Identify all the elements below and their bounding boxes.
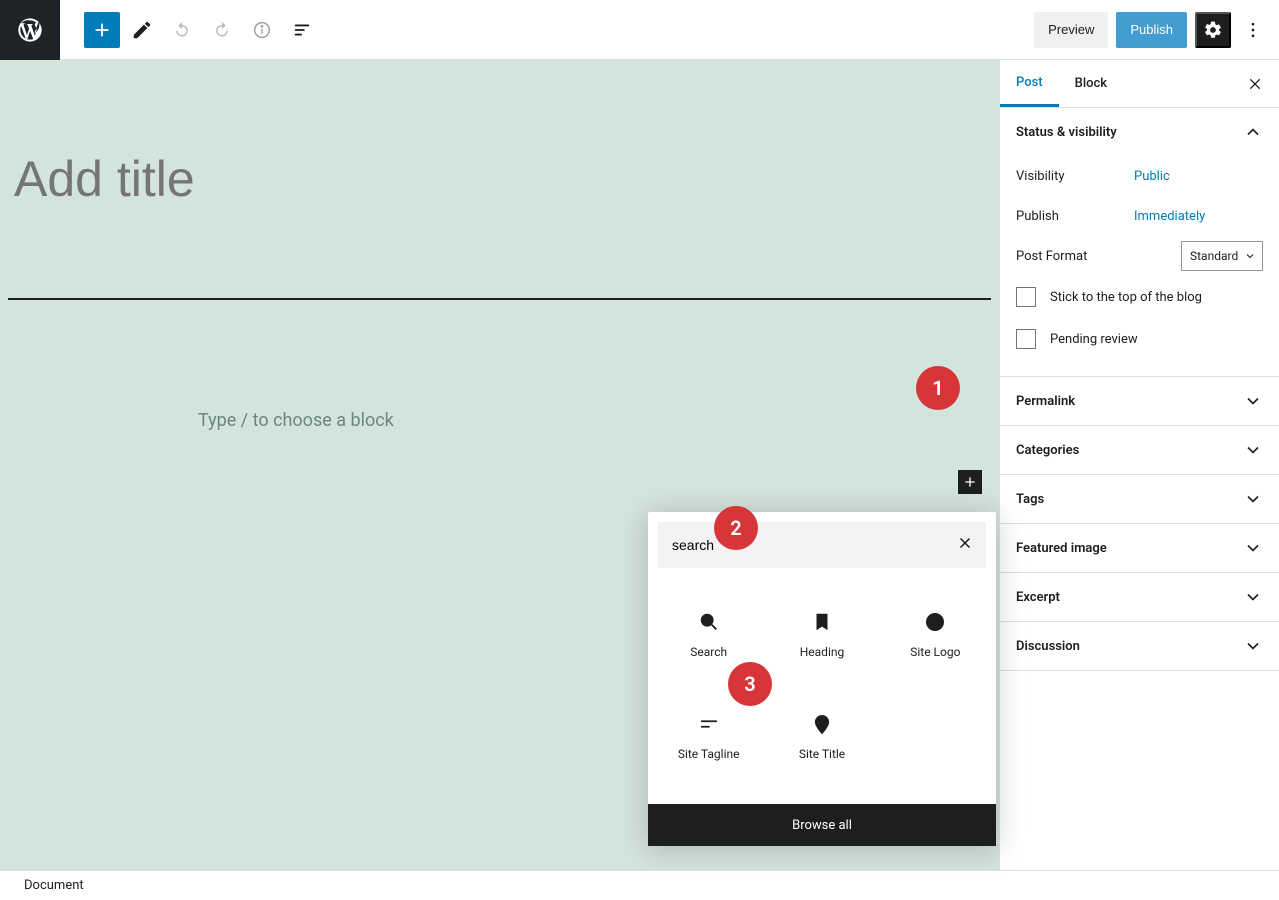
clear-search-button[interactable]: [956, 534, 974, 555]
chevron-down-icon: [1243, 440, 1263, 460]
dots-vertical-icon: [1243, 20, 1263, 40]
panel-title: Discussion: [1016, 639, 1080, 654]
stick-label: Stick to the top of the blog: [1050, 290, 1202, 305]
tab-post[interactable]: Post: [1000, 60, 1059, 107]
plus-icon: [91, 19, 113, 41]
outline-button[interactable]: [284, 12, 320, 48]
redo-button[interactable]: [204, 12, 240, 48]
tagline-icon: [698, 713, 720, 735]
pending-review-checkbox[interactable]: [1016, 329, 1036, 349]
list-view-icon: [291, 19, 313, 41]
annotation-3: 3: [728, 662, 772, 706]
pin-icon: [811, 713, 833, 735]
block-inserter-popover: 2 Search Heading Site Logo Site Tagline: [648, 512, 996, 846]
settings-button[interactable]: [1195, 12, 1231, 48]
editor-canvas[interactable]: Type / to choose a block 1 2 Search: [0, 60, 999, 870]
toggle-inserter-button[interactable]: [84, 12, 120, 48]
post-format-label: Post Format: [1016, 249, 1087, 264]
site-logo-icon: [924, 611, 946, 633]
redo-icon: [211, 19, 233, 41]
pencil-icon: [131, 19, 153, 41]
block-search-input[interactable]: [658, 522, 986, 568]
settings-sidebar: Post Block Status & visibility Visibilit…: [999, 60, 1279, 870]
block-option-label: Site Logo: [910, 645, 960, 659]
body-placeholder[interactable]: Type / to choose a block: [198, 410, 991, 431]
block-option-label: Search: [690, 645, 727, 659]
panel-title: Categories: [1016, 443, 1079, 458]
title-underline: [8, 298, 991, 300]
more-menu-button[interactable]: [1239, 12, 1267, 48]
publish-button[interactable]: Publish: [1116, 12, 1187, 48]
panel-categories[interactable]: Categories: [1000, 426, 1279, 474]
close-icon: [956, 534, 974, 552]
block-option-label: Heading: [800, 645, 845, 659]
post-format-select[interactable]: Standard: [1181, 241, 1263, 271]
post-title-input[interactable]: [8, 60, 991, 208]
info-icon: [251, 19, 273, 41]
block-option-site-logo[interactable]: Site Logo: [879, 584, 992, 686]
panel-status-visibility[interactable]: Status & visibility: [1000, 108, 1279, 156]
block-option-heading[interactable]: Heading: [765, 584, 878, 686]
visibility-label: Visibility: [1016, 169, 1134, 184]
panel-featured-image[interactable]: Featured image: [1000, 524, 1279, 572]
stick-checkbox[interactable]: [1016, 287, 1036, 307]
preview-button[interactable]: Preview: [1034, 12, 1108, 48]
panel-excerpt[interactable]: Excerpt: [1000, 573, 1279, 621]
panel-title: Status & visibility: [1016, 125, 1117, 140]
close-icon: [1247, 76, 1263, 92]
panel-title: Tags: [1016, 492, 1044, 507]
wordpress-logo[interactable]: [0, 0, 60, 60]
chevron-down-icon: [1243, 489, 1263, 509]
block-option-label: Site Title: [799, 747, 845, 761]
panel-tags[interactable]: Tags: [1000, 475, 1279, 523]
chevron-down-icon: [1243, 538, 1263, 558]
chevron-down-icon: [1243, 391, 1263, 411]
tools-button[interactable]: [124, 12, 160, 48]
panel-discussion[interactable]: Discussion: [1000, 622, 1279, 670]
panel-permalink[interactable]: Permalink: [1000, 377, 1279, 425]
chevron-down-icon: [1243, 587, 1263, 607]
chevron-down-icon: [1244, 250, 1256, 262]
details-button[interactable]: [244, 12, 280, 48]
undo-icon: [171, 19, 193, 41]
panel-title: Featured image: [1016, 541, 1107, 556]
annotation-2: 2: [714, 506, 758, 550]
inline-add-block-button[interactable]: [958, 470, 982, 494]
close-sidebar-button[interactable]: [1231, 60, 1279, 107]
chevron-down-icon: [1243, 636, 1263, 656]
visibility-value[interactable]: Public: [1134, 169, 1170, 184]
publish-date-value[interactable]: Immediately: [1134, 209, 1205, 224]
panel-title: Excerpt: [1016, 590, 1060, 605]
breadcrumb-document[interactable]: Document: [24, 878, 84, 893]
gear-icon: [1203, 20, 1223, 40]
chevron-up-icon: [1243, 122, 1263, 142]
annotation-1: 1: [916, 366, 960, 410]
browse-all-button[interactable]: Browse all: [648, 804, 996, 846]
bookmark-icon: [811, 611, 833, 633]
block-option-label: Site Tagline: [678, 747, 740, 761]
plus-icon: [962, 474, 978, 490]
undo-button[interactable]: [164, 12, 200, 48]
panel-title: Permalink: [1016, 394, 1075, 409]
block-option-site-title[interactable]: Site Title: [765, 686, 878, 788]
pending-review-label: Pending review: [1050, 332, 1138, 347]
search-icon: [698, 611, 720, 633]
tab-block[interactable]: Block: [1059, 60, 1123, 107]
publish-date-label: Publish: [1016, 209, 1134, 224]
post-format-value: Standard: [1190, 249, 1238, 263]
